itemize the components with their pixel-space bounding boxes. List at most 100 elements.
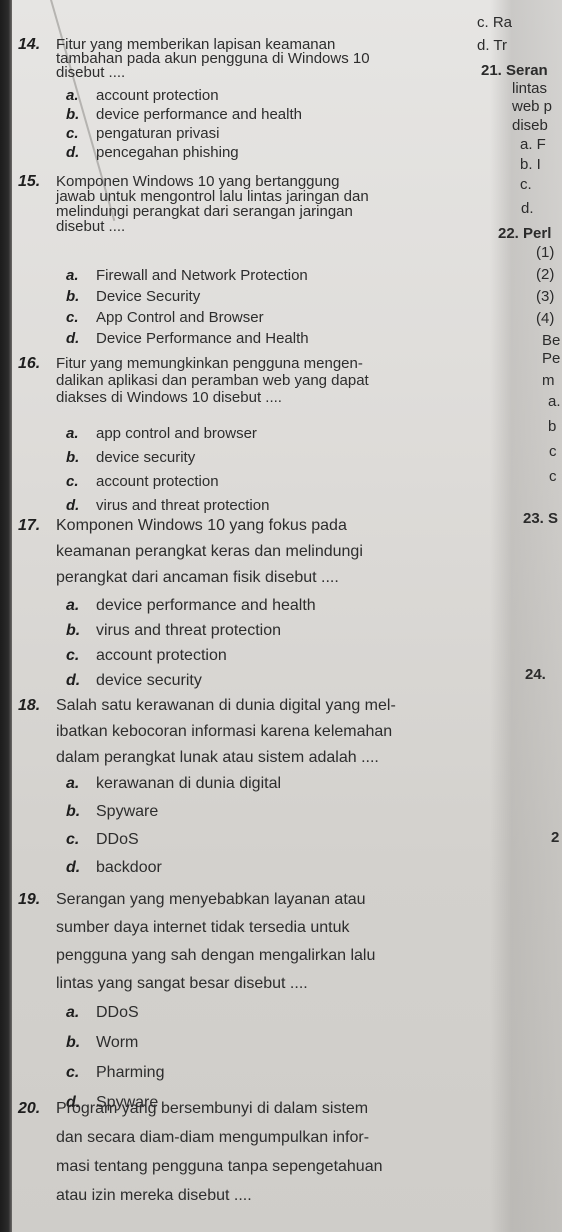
question-number: 14.: [18, 36, 41, 53]
answer-option[interactable]: b. Worm: [66, 1034, 138, 1052]
question-text-line: Salah satu kerawanan di dunia digital ya…: [56, 697, 396, 714]
option-text: Device Performance and Health: [96, 330, 309, 347]
option-letter: c.: [66, 473, 79, 490]
right-column-fragment: c: [549, 468, 557, 485]
question-text-line: sumber daya internet tidak tersedia untu…: [56, 919, 350, 936]
right-column-fragment: (1): [536, 244, 555, 261]
option-text: Pharming: [96, 1064, 165, 1081]
option-letter: d.: [66, 497, 80, 514]
option-letter: a.: [66, 597, 80, 614]
answer-option[interactable]: b. Spyware: [66, 803, 158, 821]
answer-option[interactable]: c. account protection: [66, 647, 227, 665]
answer-option[interactable]: d. backdoor: [66, 859, 162, 877]
question-text-line: ibatkan kebocoran informasi karena kelem…: [56, 723, 393, 740]
option-text: Spyware: [96, 803, 159, 820]
right-column-fragment: diseb: [512, 117, 548, 134]
option-letter: a.: [66, 267, 79, 284]
option-text: kerawanan di dunia digital: [96, 775, 282, 792]
question-text-line: disebut ....: [56, 64, 126, 81]
option-letter: b.: [66, 288, 80, 305]
answer-option[interactable]: d. Device Performance and Health: [66, 330, 309, 347]
option-letter: d.: [66, 859, 81, 876]
right-column-fragment: Pe: [542, 350, 561, 367]
question-text-line: dalam perangkat lunak atau sistem adalah…: [56, 749, 379, 766]
question-text-line: pengguna yang sah dengan mengalirkan lal…: [56, 947, 376, 964]
question-number: 15.: [18, 173, 41, 190]
answer-option[interactable]: b. Device Security: [66, 288, 200, 305]
right-column-fragment: m: [542, 372, 555, 389]
right-column-fragment: a. F: [520, 136, 546, 153]
option-text: account protection: [96, 87, 219, 104]
option-letter: a.: [66, 1004, 80, 1021]
photo-left-edge: [0, 0, 12, 1232]
option-text: virus and threat protection: [96, 497, 270, 514]
option-text: virus and threat protection: [96, 622, 281, 639]
answer-option[interactable]: d. device security: [66, 672, 202, 690]
question-text-line: Fitur yang memungkinkan pengguna mengen-: [56, 355, 363, 372]
question-text-line: perangkat dari ancaman fisik disebut ...…: [56, 569, 339, 586]
option-text: backdoor: [96, 859, 162, 876]
option-text: DDoS: [96, 831, 139, 848]
option-text: device security: [96, 672, 202, 689]
option-letter: d.: [66, 144, 80, 161]
question-text-line: dan secara diam-diam mengumpulkan infor-: [56, 1129, 370, 1146]
option-text: DDoS: [96, 1004, 139, 1021]
option-text: account protection: [96, 473, 219, 490]
answer-option[interactable]: a. device performance and health: [66, 597, 316, 615]
question-number: 18.: [18, 697, 41, 714]
option-letter: c.: [66, 309, 79, 326]
right-column-fragment: 2: [551, 829, 560, 846]
right-column-fragment: Be: [542, 332, 561, 349]
option-letter: c.: [66, 125, 79, 142]
answer-option[interactable]: c. DDoS: [66, 831, 139, 849]
question-number: 20.: [18, 1100, 41, 1117]
question-text-line: Program yang bersembunyi di dalam sistem: [56, 1100, 369, 1117]
option-letter: c.: [66, 831, 80, 848]
answer-option[interactable]: c. account protection: [66, 473, 219, 490]
answer-option[interactable]: b. device security: [66, 449, 195, 466]
answer-option[interactable]: a. DDoS: [66, 1004, 139, 1022]
option-letter: b.: [66, 1034, 81, 1051]
answer-option[interactable]: c. Pharming: [66, 1064, 164, 1082]
option-letter: b.: [66, 803, 81, 820]
question-text-line: masi tentang pengguna tanpa sepengetahua…: [56, 1158, 383, 1175]
question-text-line: diakses di Windows 10 disebut ....: [56, 389, 282, 406]
answer-option[interactable]: b. device performance and health: [66, 106, 302, 123]
question-number: 19.: [18, 891, 41, 908]
option-letter: b.: [66, 622, 81, 639]
option-letter: b.: [66, 449, 80, 466]
right-column-fragment: c.: [520, 176, 532, 193]
right-column-fragment: b: [548, 418, 557, 435]
answer-option[interactable]: b. virus and threat protection: [66, 622, 281, 640]
option-text: device security: [96, 449, 196, 466]
right-column-fragment: d.: [521, 200, 534, 217]
option-text: pengaturan privasi: [96, 125, 220, 142]
question-text-line: keamanan perangkat keras dan melindungi: [56, 543, 363, 560]
option-text: device performance and health: [96, 106, 302, 123]
question-number: 16.: [18, 355, 41, 372]
option-text: Device Security: [96, 288, 201, 305]
option-letter: b.: [66, 106, 80, 123]
option-letter: d.: [66, 672, 81, 689]
answer-option[interactable]: d. pencegahan phishing: [66, 144, 239, 161]
option-letter: c.: [66, 647, 80, 664]
answer-option[interactable]: a. Firewall and Network Protection: [66, 267, 308, 284]
option-text: app control and browser: [96, 425, 257, 442]
option-letter: d.: [66, 330, 80, 347]
answer-option[interactable]: a. kerawanan di dunia digital: [66, 775, 281, 793]
option-letter: a.: [66, 87, 79, 104]
right-column-fragment: 24.: [525, 666, 546, 683]
answer-option[interactable]: a. account protection: [66, 87, 219, 104]
right-column-fragment: 21. Seran: [481, 62, 548, 79]
question-text-line: Komponen Windows 10 yang fokus pada: [56, 517, 347, 534]
right-column-fragment: (4): [536, 310, 555, 327]
option-text: pencegahan phishing: [96, 144, 239, 161]
answer-option[interactable]: d. virus and threat protection: [66, 497, 269, 514]
option-letter: a.: [66, 425, 79, 442]
right-column-fragment: (3): [536, 288, 555, 305]
right-column-fragment: b. I: [520, 156, 541, 173]
question-number: 17.: [18, 517, 41, 534]
answer-option[interactable]: c. pengaturan privasi: [66, 125, 219, 142]
answer-option[interactable]: a. app control and browser: [66, 425, 257, 442]
answer-option[interactable]: c. App Control and Browser: [66, 309, 264, 326]
